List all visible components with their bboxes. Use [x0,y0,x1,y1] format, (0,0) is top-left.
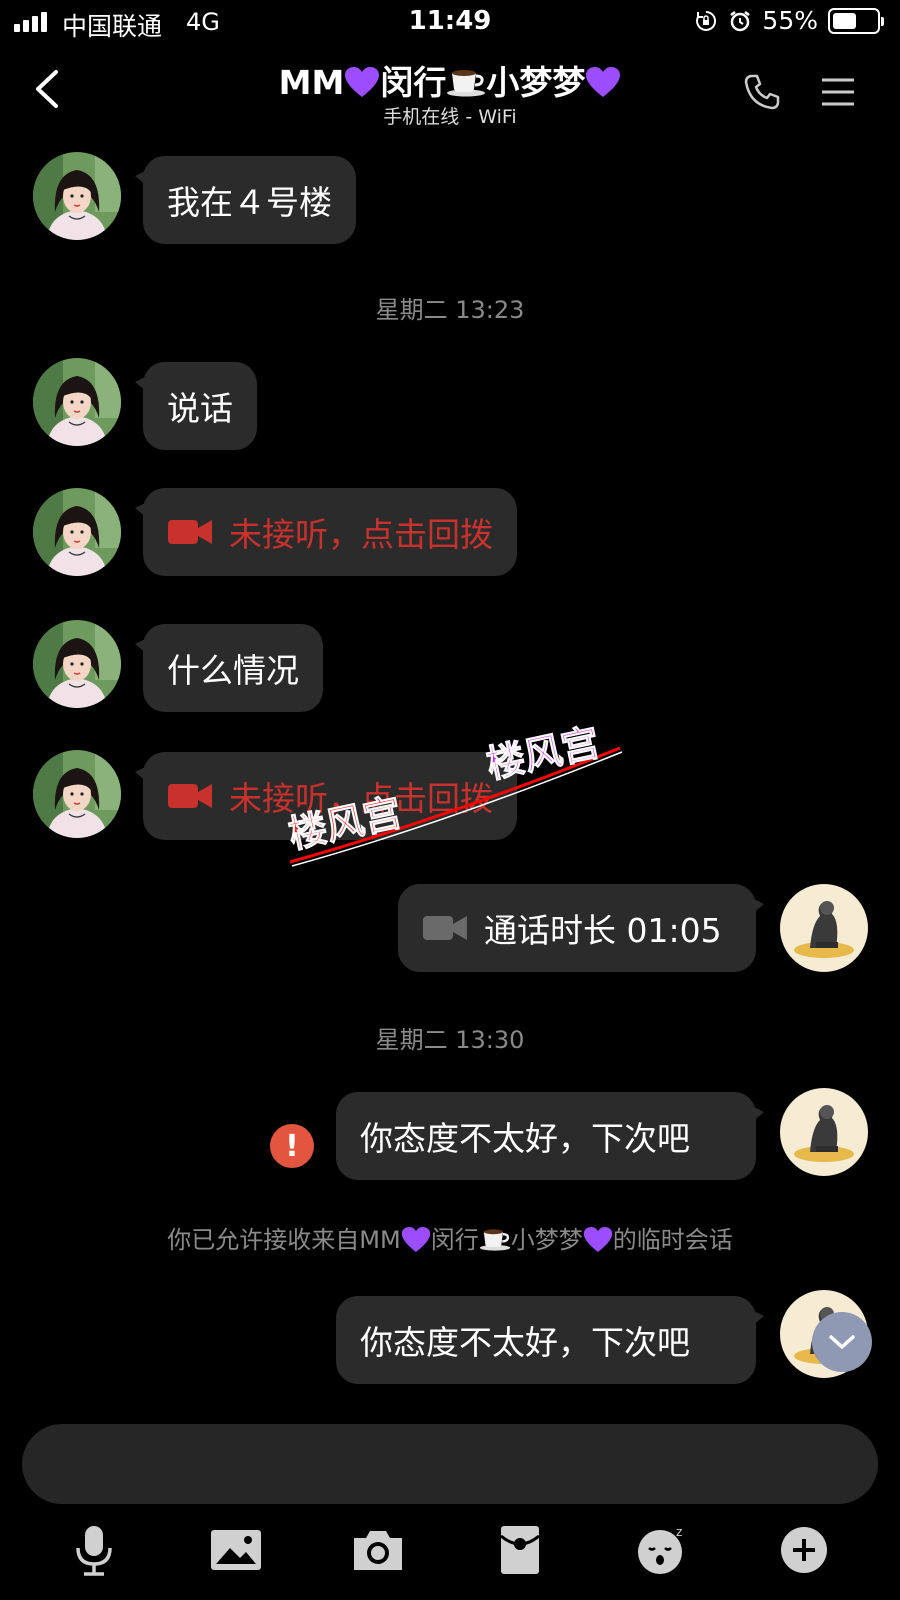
title-part: 闵行 [380,63,447,102]
notice-part: 你已允许接收来自MM [167,1226,401,1254]
contact-avatar[interactable] [33,152,121,240]
message-bubble[interactable]: 说话 [135,362,257,450]
message-input[interactable] [22,1424,878,1504]
message-bubble[interactable]: 你态度不太好，下次吧 [336,1092,764,1180]
contact-avatar[interactable] [33,358,121,446]
purple-heart-icon [585,66,621,98]
emoji-icon[interactable]: z [634,1522,690,1578]
coffee-cup-icon [479,1227,511,1251]
call-duration-bubble[interactable]: 通话时长 01:05 [398,884,764,972]
contact-avatar[interactable] [33,488,121,576]
chevron-down-icon [829,1335,855,1349]
input-toolbar: z [0,1520,900,1580]
phone-icon[interactable] [742,72,782,112]
contact-avatar[interactable] [33,750,121,838]
notice-part: 的临时会话 [612,1226,733,1254]
notice-part: 小梦梦 [510,1226,583,1254]
battery-percent: 55% [762,6,818,35]
red-packet-icon[interactable] [492,1522,548,1578]
message-text: 你态度不太好，下次吧 [360,1119,690,1158]
message-text: 我在４号楼 [167,183,332,222]
call-duration-text: 通话时长 01:05 [484,911,722,950]
scroll-to-bottom-button[interactable] [812,1312,872,1372]
orientation-lock-icon [696,10,717,31]
message-text: 什么情况 [167,651,299,690]
missed-call-bubble[interactable]: 未接听，点击回拨 [135,488,517,576]
missed-call-text: 未接听，点击回拨 [229,515,493,554]
coffee-cup-icon [446,67,486,97]
timestamp: 星期二 13:30 [375,1026,525,1054]
status-bar: 中国联通 4G 11:49 55% [0,0,900,46]
image-icon[interactable] [208,1522,264,1578]
svg-text:z: z [676,1525,682,1539]
my-avatar[interactable] [780,884,868,972]
message-text: 你态度不太好，下次吧 [360,1323,690,1362]
battery-icon [828,7,884,34]
purple-heart-icon [583,1226,613,1253]
watermark: 楼风宫 楼风宫 [284,720,623,867]
my-avatar[interactable] [780,1088,868,1176]
video-camera-icon [167,781,213,811]
message-bubble[interactable]: 我在４号楼 [135,156,356,244]
message-text: 说话 [167,389,233,428]
microphone-icon[interactable] [66,1522,122,1578]
contact-avatar[interactable] [33,620,121,708]
plus-icon[interactable] [776,1522,832,1578]
alarm-icon [730,10,751,31]
video-camera-icon [167,517,213,547]
message-bubble[interactable]: 什么情况 [135,624,323,712]
chat-header: MM 闵行 小梦梦 手机在线 - WiFi [0,46,900,130]
purple-heart-icon [344,66,380,98]
video-camera-icon [422,913,468,943]
send-failed-icon[interactable]: ! [270,1124,314,1168]
title-part: 小梦梦 [486,63,586,102]
purple-heart-icon [401,1226,431,1253]
title-part: MM [278,63,345,102]
timestamp: 星期二 13:23 [375,296,525,324]
notice-part: 闵行 [430,1226,479,1254]
message-bubble[interactable]: 你态度不太好，下次吧 [336,1296,764,1384]
menu-icon[interactable] [818,72,858,112]
system-notice: 你已允许接收来自MM 闵行 小梦梦 的临时会话 [0,1220,900,1255]
camera-icon[interactable] [350,1522,406,1578]
